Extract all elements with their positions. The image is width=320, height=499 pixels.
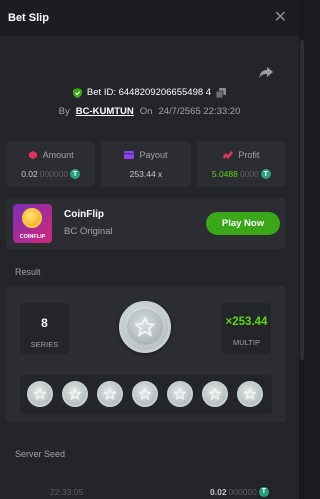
history-coin-icon bbox=[97, 381, 123, 407]
bet-id: Bet ID: 6448209206655498 4 bbox=[86, 87, 212, 98]
modal-title: Bet Slip bbox=[8, 12, 49, 24]
multiplier-value: ×253.44 bbox=[225, 316, 268, 328]
bet-id-row: Bet ID: 6448209206655498 4 bbox=[0, 87, 299, 98]
play-now-button[interactable]: Play Now bbox=[206, 212, 280, 235]
game-card: COINFLIP CoinFlip BC Original Play Now bbox=[6, 198, 286, 249]
scrollbar-thumb[interactable] bbox=[300, 40, 304, 360]
history-coin-icon bbox=[202, 381, 228, 407]
stat-value-decimals: 0000 bbox=[239, 169, 259, 179]
multiplier-label: MULTIP bbox=[233, 338, 260, 347]
history-coin-icon bbox=[167, 381, 193, 407]
stat-label: Amount bbox=[42, 150, 74, 160]
tether-icon: T bbox=[70, 169, 81, 179]
history-amount-value: 0.02 bbox=[210, 486, 227, 497]
payout-icon bbox=[124, 151, 135, 159]
history-coin-icon bbox=[62, 381, 88, 407]
game-thumb-label: COINFLIP bbox=[19, 234, 46, 240]
copy-icon[interactable] bbox=[216, 87, 227, 98]
on-label: On bbox=[139, 106, 153, 117]
stat-label: Payout bbox=[139, 150, 168, 160]
username-link[interactable]: BC-KUMTUN bbox=[76, 106, 134, 117]
coin-history-track bbox=[27, 379, 272, 409]
amount-icon bbox=[28, 151, 37, 159]
game-thumbnail[interactable]: COINFLIP bbox=[13, 204, 52, 243]
history-coin-icon bbox=[132, 381, 158, 407]
history-amount: 0.02 000000 T bbox=[210, 486, 269, 497]
history-amount-decimals: 000000 bbox=[228, 486, 257, 497]
tether-icon: T bbox=[260, 169, 271, 179]
result-label: Result bbox=[15, 267, 41, 277]
stat-value: 253.44 x bbox=[129, 169, 163, 179]
stat-value: 5.0488 bbox=[211, 169, 238, 179]
game-provider: BC Original bbox=[64, 226, 113, 237]
share-icon[interactable] bbox=[258, 66, 274, 80]
history-coin-icon bbox=[27, 381, 53, 407]
by-label: By bbox=[58, 106, 70, 117]
server-seed-label: Server Seed bbox=[15, 449, 66, 459]
modal-header: Bet Slip ✕ bbox=[0, 0, 299, 36]
stat-value: 0.02 bbox=[21, 169, 38, 179]
stat-label: Profit bbox=[238, 150, 260, 160]
stats-row: Amount 0.02 000000 T Payout 253.44 x Pro… bbox=[6, 141, 286, 187]
bet-owner-row: By BC-KUMTUN On 24/7/2565 22:33:20 bbox=[0, 106, 299, 117]
series-box: 8 SERIES bbox=[20, 303, 69, 354]
series-label: SERIES bbox=[30, 340, 59, 349]
stat-profit: Profit 5.0488 0000 T bbox=[196, 141, 286, 187]
stat-payout: Payout 253.44 x bbox=[101, 141, 191, 187]
bet-datetime: 24/7/2565 22:33:20 bbox=[158, 106, 241, 117]
stat-value-decimals: 000000 bbox=[39, 169, 69, 179]
profit-icon bbox=[223, 151, 234, 159]
close-icon[interactable]: ✕ bbox=[274, 10, 287, 26]
multiplier-box: ×253.44 MULTIP bbox=[222, 303, 271, 354]
history-time: 22:33:05 bbox=[50, 486, 84, 497]
result-coin-icon bbox=[119, 301, 171, 353]
shield-check-icon bbox=[72, 87, 82, 98]
game-name: CoinFlip bbox=[64, 209, 104, 220]
coin-history-strip[interactable] bbox=[20, 375, 272, 414]
gold-coin-icon bbox=[22, 208, 42, 228]
history-row: 22:33:05 0.02 000000 T bbox=[0, 484, 299, 499]
tether-icon: T bbox=[258, 486, 269, 497]
stat-amount: Amount 0.02 000000 T bbox=[6, 141, 96, 187]
bet-slip-modal: Bet Slip ✕ Bet ID: 6448209206655498 4 By… bbox=[0, 0, 299, 499]
result-panel: 8 SERIES ×253.44 MULTIP bbox=[6, 286, 286, 422]
scrollbar[interactable] bbox=[299, 0, 304, 499]
history-coin-icon bbox=[237, 381, 263, 407]
star-icon bbox=[135, 317, 155, 337]
series-value: 8 bbox=[41, 316, 48, 330]
